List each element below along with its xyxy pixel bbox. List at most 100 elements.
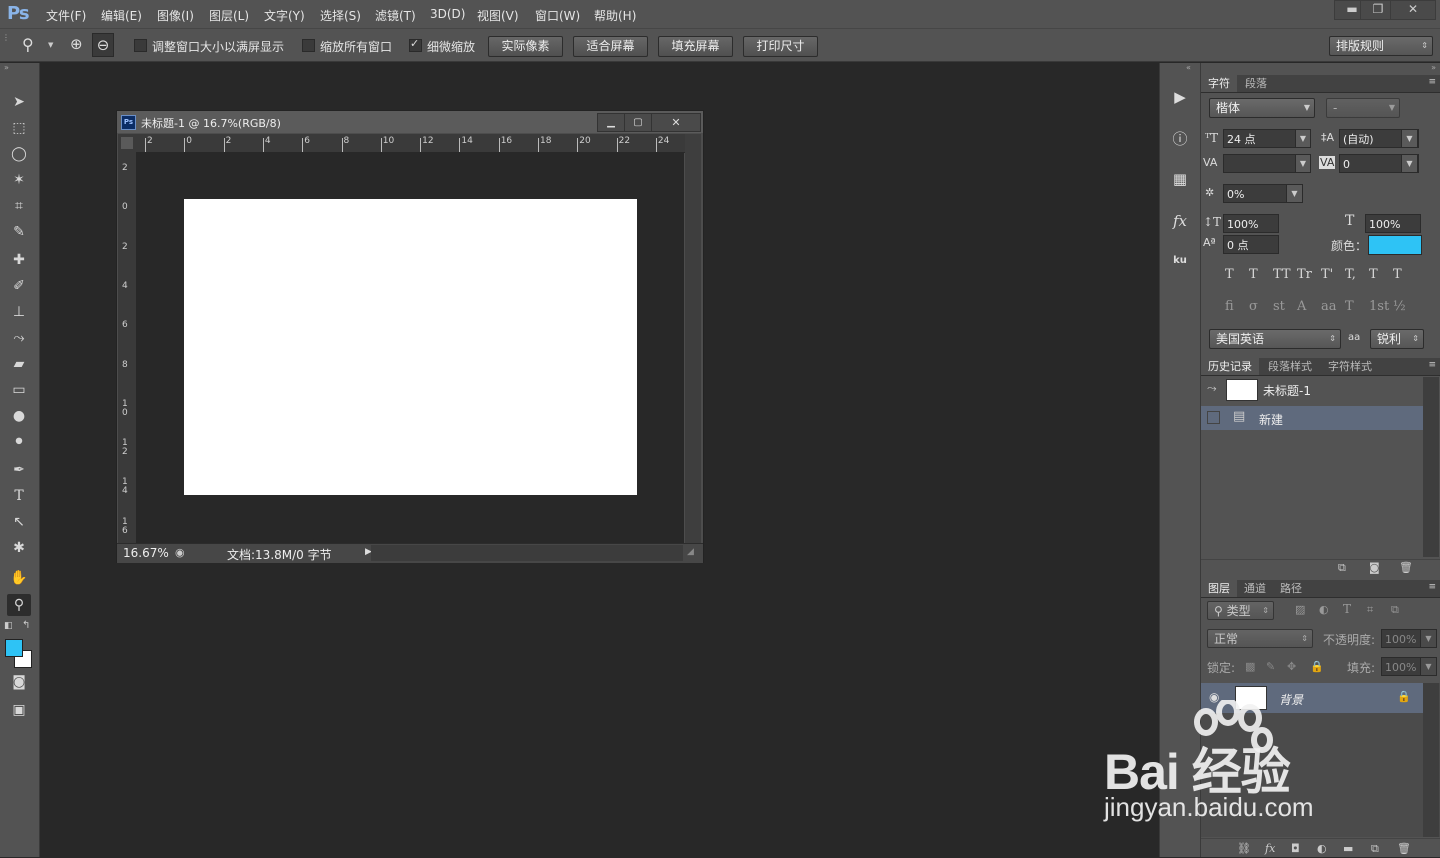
eraser-tool-icon[interactable]: ▰ <box>7 353 31 375</box>
menu-type[interactable]: 文字(Y) <box>264 7 305 24</box>
opentype-button[interactable]: ½ <box>1393 299 1406 314</box>
zoom-level[interactable]: 16.67% <box>123 546 169 560</box>
tab-character[interactable]: 字符 <box>1201 75 1237 92</box>
horizontal-scale-field[interactable]: 100% <box>1365 214 1421 233</box>
document-titlebar[interactable]: Ps 未标题-1 @ 16.7%(RGB/8) ▁ ▢ ✕ <box>117 111 703 133</box>
type-style-button[interactable]: T' <box>1321 267 1333 282</box>
trash-icon[interactable]: 🗑 <box>1399 561 1413 574</box>
font-style-dropdown[interactable]: - ▼ <box>1326 98 1400 118</box>
menu-help[interactable]: 帮助(H) <box>594 7 636 24</box>
font-size-field[interactable]: 24 点 <box>1223 129 1300 148</box>
new-document-from-state-icon[interactable]: ⧉ <box>1338 561 1346 575</box>
menu-layer[interactable]: 图层(L) <box>209 7 249 24</box>
type-style-button[interactable]: TT <box>1273 267 1291 282</box>
history-state[interactable]: ▤ 新建 <box>1201 406 1423 430</box>
filter-type-icon[interactable]: T <box>1343 602 1351 616</box>
trash-icon[interactable]: 🗑 <box>1397 842 1411 855</box>
horizontal-ruler[interactable]: 2 0 2 4 6 8 10 12 14 16 18 20 22 24 <box>135 134 685 153</box>
panel-menu-icon[interactable]: ≡ <box>1428 77 1436 87</box>
zoom-in-icon[interactable]: ⊕ <box>70 35 83 53</box>
doc-close-icon[interactable]: ✕ <box>651 113 701 132</box>
zoom-tool-preset-icon[interactable]: ⚲ <box>22 35 34 54</box>
menu-file[interactable]: 文件(F) <box>46 7 86 24</box>
antialias-dropdown[interactable]: 锐利 ⇕ <box>1370 329 1424 349</box>
actual-pixels-button[interactable]: 实际像素 <box>488 36 563 57</box>
tab-character-styles[interactable]: 字符样式 <box>1321 358 1379 375</box>
scrubby-zoom-checkbox[interactable] <box>409 37 422 52</box>
new-layer-icon[interactable]: ⧉ <box>1371 842 1379 856</box>
hand-tool-icon[interactable]: ✋ <box>7 567 31 589</box>
lock-pixels-icon[interactable]: ✎ <box>1266 660 1275 673</box>
tab-paragraph-styles[interactable]: 段落样式 <box>1261 358 1319 375</box>
menu-3d[interactable]: 3D(D) <box>430 7 465 21</box>
fill-field[interactable]: 100% <box>1381 657 1421 676</box>
tab-history[interactable]: 历史记录 <box>1201 358 1259 375</box>
blend-mode-dropdown[interactable]: 正常 ⇕ <box>1207 629 1313 648</box>
quick-mask-icon[interactable]: ◙ <box>7 671 31 693</box>
add-mask-icon[interactable]: ◘ <box>1291 842 1300 855</box>
crop-tool-icon[interactable]: ⌗ <box>7 195 31 217</box>
lock-all-icon[interactable]: 🔒 <box>1310 660 1324 673</box>
foreground-color-swatch[interactable] <box>5 639 23 657</box>
zoom-tool-icon[interactable]: ⚲ <box>7 594 31 616</box>
print-size-button[interactable]: 打印尺寸 <box>743 36 818 57</box>
menu-view[interactable]: 视图(V) <box>477 7 519 24</box>
layers-scrollbar[interactable] <box>1423 683 1439 837</box>
chevron-down-icon[interactable]: ▼ <box>1401 129 1418 148</box>
chevron-down-icon[interactable]: ▼ <box>1295 129 1311 148</box>
panel-menu-icon[interactable]: ≡ <box>1428 582 1436 592</box>
swap-colors-icon[interactable]: ↰ <box>22 620 30 631</box>
vertical-scale-field[interactable]: 100% <box>1223 214 1279 233</box>
clone-stamp-tool-icon[interactable]: ⊥ <box>7 301 31 323</box>
lasso-tool-icon[interactable]: ◯ <box>7 143 31 165</box>
opentype-button[interactable]: σ <box>1249 299 1258 314</box>
opentype-button[interactable]: st <box>1273 299 1285 314</box>
eye-icon[interactable]: ◉ <box>1209 690 1219 704</box>
chevron-down-icon[interactable]: ▼ <box>1401 154 1418 173</box>
opacity-field[interactable]: 100% <box>1381 629 1421 648</box>
font-family-dropdown[interactable]: 楷体 ▼ <box>1209 98 1315 118</box>
panel-collapse-icon[interactable]: » <box>1431 63 1436 72</box>
move-tool-icon[interactable]: ➤ <box>7 91 31 113</box>
doc-maximize-icon[interactable]: ▢ <box>624 113 652 132</box>
history-snapshot[interactable]: ⤳ 未标题-1 <box>1201 377 1423 401</box>
filter-adjustment-icon[interactable]: ◐ <box>1319 603 1329 616</box>
kuler-icon[interactable]: ku <box>1168 249 1192 273</box>
preview-icon[interactable]: ◉ <box>175 546 185 559</box>
document-canvas[interactable] <box>184 199 637 495</box>
layer-filter-dropdown[interactable]: ⚲ 类型 ⇕ <box>1207 601 1274 620</box>
fit-screen-button[interactable]: 适合屏幕 <box>573 36 648 57</box>
chevron-down-icon[interactable]: ▼ <box>1295 154 1311 173</box>
text-color-swatch[interactable] <box>1368 235 1422 255</box>
magic-wand-tool-icon[interactable]: ✶ <box>7 169 31 191</box>
opentype-button[interactable]: aa <box>1321 299 1337 314</box>
menu-window[interactable]: 窗口(W) <box>535 7 580 24</box>
horizontal-scrollbar[interactable] <box>371 545 683 561</box>
eyedropper-tool-icon[interactable]: ✎ <box>7 221 31 243</box>
filter-shape-icon[interactable]: ⌗ <box>1367 603 1373 617</box>
vertical-ruler[interactable]: 2 0 2 4 6 8 1 0 1 2 1 4 1 6 <box>118 152 137 545</box>
menu-edit[interactable]: 编辑(E) <box>101 7 142 24</box>
language-dropdown[interactable]: 美国英语 ⇕ <box>1209 329 1341 349</box>
collapse-icon[interactable]: » <box>4 63 9 72</box>
actions-icon[interactable]: ▶ <box>1168 85 1192 109</box>
panel-menu-icon[interactable]: ≡ <box>1428 360 1436 370</box>
expand-icon[interactable]: « <box>1186 63 1191 72</box>
opentype-button[interactable]: 1st <box>1369 299 1389 314</box>
tab-channels[interactable]: 通道 <box>1237 580 1273 597</box>
gradient-tool-icon[interactable]: ▭ <box>7 379 31 401</box>
zoom-all-checkbox[interactable] <box>302 39 315 52</box>
type-style-button[interactable]: T <box>1225 267 1234 282</box>
kerning-field[interactable] <box>1223 154 1300 173</box>
canvas-area[interactable] <box>136 152 684 545</box>
menu-select[interactable]: 选择(S) <box>320 7 361 24</box>
chevron-down-icon[interactable]: ▼ <box>1420 629 1437 648</box>
link-layers-icon[interactable]: ⛓ <box>1237 842 1251 855</box>
menu-image[interactable]: 图像(I) <box>157 7 194 24</box>
layer-row[interactable]: ◉ 背景 🔒 <box>1201 683 1423 713</box>
close-button[interactable]: ✕ <box>1390 0 1436 20</box>
lock-transparent-icon[interactable]: ▩ <box>1245 660 1255 673</box>
swatches-icon[interactable]: ▦ <box>1168 167 1192 191</box>
chevron-down-icon[interactable]: ▼ <box>48 41 53 49</box>
opentype-button[interactable]: A <box>1297 299 1306 314</box>
